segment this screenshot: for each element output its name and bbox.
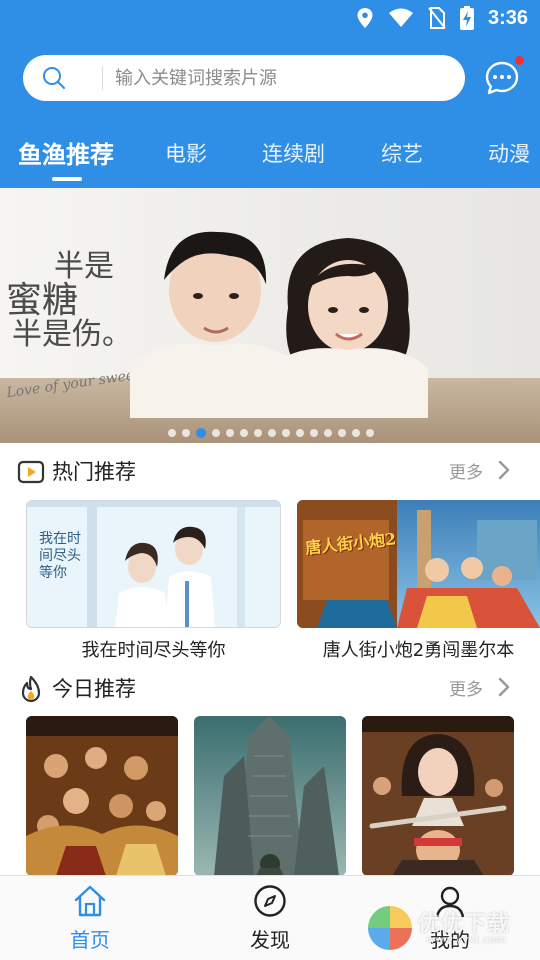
carousel-dot-active[interactable]: [196, 428, 206, 438]
app-header: 3:36 鱼渔推荐 电影 连续剧 综艺 动漫: [0, 0, 540, 188]
play-tv-icon: [17, 460, 45, 484]
no-sim-icon: [428, 7, 446, 29]
status-bar: 3:36: [0, 0, 540, 38]
carousel-dot[interactable]: [282, 429, 290, 437]
poster-card[interactable]: 我在时间尽头等你: [26, 500, 281, 628]
status-icons: 3:36: [356, 6, 528, 30]
carousel-dot[interactable]: [240, 429, 248, 437]
carousel-dot[interactable]: [226, 429, 234, 437]
nav-label: 发现: [250, 928, 290, 952]
carousel-dot[interactable]: [212, 429, 220, 437]
home-icon: [74, 885, 106, 917]
banner-title-line: 半是伤。: [12, 317, 132, 352]
watermark-url: www.yyxt.com: [426, 933, 507, 946]
poster-card[interactable]: [194, 716, 346, 876]
carousel-dot[interactable]: [296, 429, 304, 437]
tab-movie[interactable]: 电影: [165, 138, 207, 168]
nav-home[interactable]: 首页: [50, 884, 130, 953]
carousel-dot[interactable]: [366, 429, 374, 437]
search-divider: [102, 66, 103, 90]
watermark-logo-icon: [368, 906, 412, 950]
poster-card[interactable]: 唐人街小炮2: [297, 500, 540, 628]
carousel-dot[interactable]: [168, 429, 176, 437]
wifi-icon: [388, 8, 413, 27]
hot-section-header: 热门推荐 更多: [0, 452, 540, 492]
poster-caption[interactable]: 我在时间尽头等你: [26, 636, 281, 662]
compass-icon: [254, 885, 286, 917]
poster-card[interactable]: [26, 716, 178, 876]
carousel-dot[interactable]: [338, 429, 346, 437]
watermark: 优优下载 www.yyxt.com: [366, 900, 540, 960]
banner-title-line: 蜜糖: [6, 280, 79, 321]
search-icon[interactable]: [42, 66, 66, 90]
status-time: 3:36: [487, 6, 528, 29]
carousel-dot[interactable]: [182, 429, 190, 437]
poster-title-text: 我在时间尽头等你: [39, 531, 81, 581]
tab-indicator: [52, 177, 82, 181]
banner-carousel[interactable]: 半是 蜜糖 半是伤。 Love of your sweet: [0, 188, 540, 443]
poster-image: [194, 716, 346, 876]
battery-charging-icon: [459, 6, 474, 30]
carousel-dot[interactable]: [254, 429, 262, 437]
poster-image: [26, 716, 178, 876]
poster-card[interactable]: [362, 716, 514, 876]
tab-anime[interactable]: 动漫: [488, 138, 530, 168]
category-tabs: 鱼渔推荐 电影 连续剧 综艺 动漫: [0, 128, 540, 184]
section-title: 今日推荐: [52, 677, 136, 701]
more-link[interactable]: 更多: [449, 675, 483, 700]
today-section-header: 今日推荐 更多: [0, 669, 540, 709]
search-bar[interactable]: [23, 55, 465, 101]
tab-variety[interactable]: 综艺: [381, 138, 423, 168]
section-title: 热门推荐: [52, 460, 136, 484]
more-link[interactable]: 更多: [449, 458, 483, 483]
banner-title: 半是 蜜糖 半是伤。: [6, 250, 132, 352]
poster-caption[interactable]: 唐人街小炮2勇闯墨尔本: [297, 636, 540, 662]
unread-badge: [514, 55, 525, 66]
location-icon: [357, 8, 373, 28]
tab-series[interactable]: 连续剧: [262, 138, 325, 168]
chevron-right-icon[interactable]: [498, 677, 510, 697]
carousel-dot[interactable]: [352, 429, 360, 437]
nav-label: 首页: [70, 928, 110, 952]
carousel-dot[interactable]: [324, 429, 332, 437]
tab-recommend[interactable]: 鱼渔推荐: [18, 135, 114, 170]
flame-icon: [21, 675, 41, 703]
chevron-right-icon[interactable]: [498, 460, 510, 480]
banner-title-line: 半是: [54, 249, 114, 284]
carousel-dot[interactable]: [310, 429, 318, 437]
poster-image: [362, 716, 514, 876]
nav-discover[interactable]: 发现: [230, 884, 310, 953]
banner-actor-female: [268, 238, 428, 418]
poster-image: [297, 500, 540, 628]
search-input[interactable]: [115, 55, 445, 101]
carousel-dot[interactable]: [268, 429, 276, 437]
carousel-indicator: [168, 428, 374, 438]
chat-bubble-icon[interactable]: [484, 60, 520, 96]
